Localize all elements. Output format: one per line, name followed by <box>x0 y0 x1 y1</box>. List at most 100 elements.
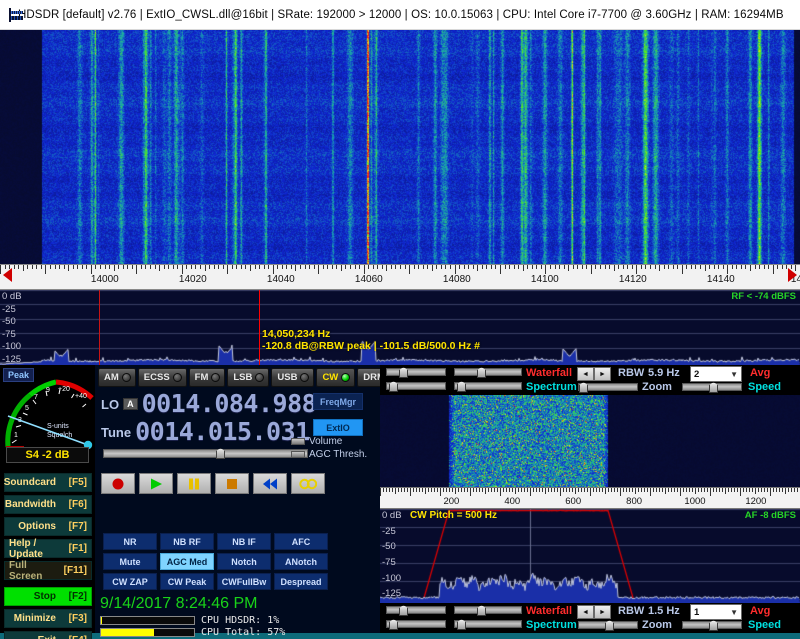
record-button[interactable] <box>101 473 135 494</box>
s-meter[interactable]: 1 3 5 7 9 +20 +40 S-units Squelch Peak S… <box>0 365 95 465</box>
mode-button-am[interactable]: AM <box>98 368 136 387</box>
top-spectrum-slider[interactable] <box>578 382 638 393</box>
dsp-button-despread[interactable]: Despread <box>274 573 328 590</box>
button-minimize[interactable]: Minimize [F3] <box>4 609 92 628</box>
bwf-contrast-slider[interactable] <box>386 605 446 616</box>
freqmgr-button[interactable]: FreqMgr <box>313 393 363 410</box>
volume-slider[interactable] <box>291 438 305 445</box>
dsp-button-anotch[interactable]: ANotch <box>274 553 328 570</box>
cw-pitch-label: CW Pitch = 500 Hz <box>410 510 497 521</box>
spin-right-icon[interactable]: ► <box>594 367 611 381</box>
ruler-tick <box>513 265 515 269</box>
bottom-zoom-slider[interactable] <box>682 620 742 631</box>
ruler-tick <box>436 265 438 269</box>
dsp-button-nr[interactable]: NR <box>103 533 157 550</box>
dsp-button-nb-if[interactable]: NB IF <box>217 533 271 550</box>
mode-button-lsb[interactable]: LSB <box>227 368 270 387</box>
top-speed-label: Speed <box>748 381 782 393</box>
spin-left-icon[interactable]: ◄ <box>577 367 594 381</box>
scroll-right-icon[interactable] <box>788 268 797 282</box>
button-options[interactable]: Options [F7] <box>4 517 92 536</box>
bottom-avg-dropdown[interactable]: 1 ▼ <box>690 604 742 620</box>
ruler-tick <box>740 265 742 269</box>
tune-frequency-row[interactable]: Tune 0014.015.031 <box>101 419 310 445</box>
wf-brightness-slider[interactable] <box>454 367 522 378</box>
dsp-button-afc[interactable]: AFC <box>274 533 328 550</box>
sp-brightness-slider[interactable] <box>454 381 522 392</box>
minimize-icon[interactable] <box>784 0 800 30</box>
ruler-tick <box>27 265 29 269</box>
bsp-brightness-slider[interactable] <box>454 619 522 630</box>
ruler-tick <box>331 265 333 269</box>
rewind-button[interactable] <box>253 473 287 494</box>
mode-button-cw[interactable]: CW <box>316 368 356 387</box>
tune-frequency-value[interactable]: 0014.015.031 <box>135 419 310 445</box>
af-frequency-ruler[interactable]: 200 400 600 800 1000 1200 <box>380 487 800 509</box>
tune-marker[interactable] <box>258 290 260 365</box>
bsp-contrast-slider[interactable] <box>386 619 446 630</box>
wf-contrast-slider[interactable] <box>386 367 446 378</box>
sp-contrast-slider[interactable] <box>386 381 446 392</box>
dsp-button-notch[interactable]: Notch <box>217 553 271 570</box>
rf-frequency-ruler[interactable]: 14000 14020 14040 14060 14080 14100 14120 14140… <box>0 264 800 290</box>
lo-frequency-value[interactable]: 0014.084.988 <box>142 391 317 417</box>
af-spectrum-canvas[interactable] <box>380 509 800 603</box>
dsp-button-cwfullbw[interactable]: CWFullBw <box>217 573 271 590</box>
bottom-spectrum-slider[interactable] <box>578 620 638 631</box>
agc-thresh-slider[interactable] <box>291 451 305 458</box>
stop-button[interactable] <box>215 473 249 494</box>
ruler-tick <box>692 488 693 492</box>
cpu-meter-row: CPU Total: 57% <box>100 627 285 638</box>
top-waterfall-spinner[interactable]: ◄ ► <box>577 367 611 381</box>
af-waterfall-display[interactable] <box>380 395 800 487</box>
ruler-tick <box>434 488 435 492</box>
bottom-waterfall-spinner[interactable]: ◄ ► <box>577 605 611 619</box>
ruler-tick <box>695 488 696 494</box>
extio-button[interactable]: ExtIO <box>313 419 363 436</box>
vfo-a-badge[interactable]: A <box>123 398 138 410</box>
mode-button-ecss[interactable]: ECSS <box>137 368 187 387</box>
lo-frequency-row[interactable]: LO A 0014.084.988 <box>101 391 317 417</box>
top-avg-dropdown[interactable]: 2 ▼ <box>690 366 742 382</box>
af-waterfall-canvas[interactable] <box>380 395 800 487</box>
dsp-button-cw-zap[interactable]: CW ZAP <box>103 573 157 590</box>
ruler-tick <box>740 488 741 496</box>
pause-button[interactable] <box>177 473 211 494</box>
db-label: -125 <box>2 353 22 365</box>
bwf-brightness-slider[interactable] <box>454 605 522 616</box>
peak-label[interactable]: Peak <box>3 368 35 382</box>
spin-left-icon[interactable]: ◄ <box>577 605 594 619</box>
loop-button[interactable] <box>291 473 325 494</box>
button-exit[interactable]: Exit [F4] <box>4 631 92 639</box>
ruler-tick <box>608 488 609 492</box>
spin-right-icon[interactable]: ► <box>594 605 611 619</box>
rf-waterfall-display[interactable] <box>0 30 800 264</box>
ruler-tick <box>611 488 612 492</box>
rf-spectrum-display[interactable]: 0 dB -25 -50 -75 -100 -125 RF < -74 dBFS 14,0… <box>0 290 800 365</box>
tuning-slider[interactable] <box>103 448 308 459</box>
mode-button-fm[interactable]: FM <box>188 368 226 387</box>
cpu-progress-bar <box>100 615 195 625</box>
button-bandwidth[interactable]: Bandwidth [F6] <box>4 495 92 514</box>
ruler-tick <box>340 265 342 271</box>
dsp-button-cw-peak[interactable]: CW Peak <box>160 573 214 590</box>
dsp-button-nb-rf[interactable]: NB RF <box>160 533 214 550</box>
lo-marker[interactable] <box>99 290 101 365</box>
mode-button-usb[interactable]: USB <box>271 368 315 387</box>
ruler-tick <box>491 488 492 492</box>
rf-waterfall-canvas[interactable] <box>0 30 800 264</box>
button-label: Help / Update <box>9 537 43 560</box>
scroll-left-icon[interactable] <box>3 268 12 282</box>
play-button[interactable] <box>139 473 173 494</box>
dsp-button-mute[interactable]: Mute <box>103 553 157 570</box>
ruler-tick <box>31 265 33 269</box>
dsp-button-agc-med[interactable]: AGC Med <box>160 553 214 570</box>
af-spectrum-display[interactable]: 0 dB -25 -50 -75 -100 -125 CW Pitch = 500 Hz … <box>380 509 800 603</box>
ruler-tick <box>772 265 774 274</box>
button-help-update[interactable]: Help / Update [F1] <box>4 537 92 560</box>
button-stop[interactable]: Stop [F2] <box>4 587 92 606</box>
button-soundcard[interactable]: Soundcard [F5] <box>4 473 92 492</box>
top-zoom-slider[interactable] <box>682 382 742 393</box>
button-full-screen[interactable]: Full Screen [F11] <box>4 560 92 582</box>
ruler-tick <box>645 265 647 269</box>
